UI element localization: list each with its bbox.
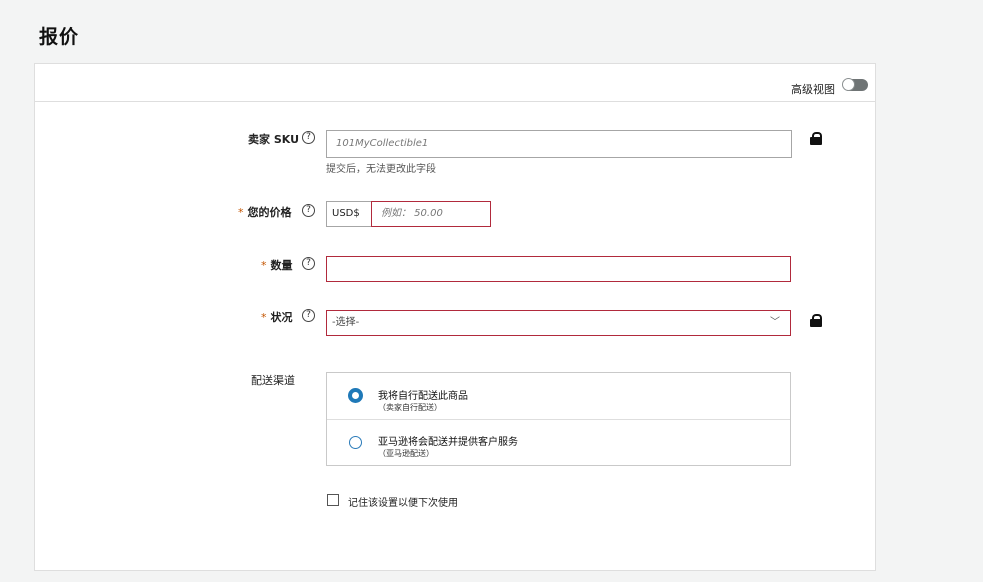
- price-placeholder: 例如： 50.00: [381, 208, 443, 219]
- panel-header: 高级视图: [35, 64, 875, 102]
- fulfillment-options: 我将自行配送此商品 （卖家自行配送） 亚马逊将会配送并提供客户服务 （亚马逊配送…: [326, 372, 791, 466]
- chevron-down-icon: ﹀: [770, 317, 780, 328]
- price-input[interactable]: 例如： 50.00: [371, 201, 491, 227]
- condition-required-mark: *: [261, 311, 267, 324]
- remember-checkbox[interactable]: [327, 494, 339, 506]
- quantity-help-icon[interactable]: ?: [302, 257, 315, 270]
- option-subtitle: （亚马逊配送）: [378, 449, 434, 458]
- remember-label: 记住该设置以便下次使用: [348, 498, 458, 509]
- sku-label: 卖家 SKU: [248, 131, 299, 147]
- condition-help-icon[interactable]: ?: [302, 309, 315, 322]
- fulfillment-option-merchant[interactable]: 我将自行配送此商品 （卖家自行配送）: [327, 373, 790, 420]
- option-title: 我将自行配送此商品: [378, 391, 468, 402]
- quantity-input[interactable]: [326, 256, 791, 282]
- advanced-view-toggle[interactable]: [842, 78, 868, 91]
- radio-unselected-icon[interactable]: [349, 436, 362, 449]
- price-label: * 您的价格: [238, 204, 292, 220]
- toggle-knob: [842, 78, 855, 91]
- quantity-label: * 数量: [261, 257, 293, 273]
- sku-helper-text: 提交后，无法更改此字段: [326, 164, 436, 175]
- condition-selected: -选择-: [332, 317, 360, 328]
- sku-value: 101MyCollectible1: [336, 138, 429, 149]
- advanced-view-label: 高级视图: [791, 83, 835, 96]
- price-label-text: 您的价格: [247, 206, 292, 219]
- currency-prefix: USD$: [326, 201, 372, 227]
- page-title: 报价: [39, 26, 80, 48]
- sku-lock-icon: [810, 132, 822, 145]
- price-required-mark: *: [238, 206, 244, 219]
- price-help-icon[interactable]: ?: [302, 204, 315, 217]
- fulfillment-option-amazon[interactable]: 亚马逊将会配送并提供客户服务 （亚马逊配送）: [327, 419, 790, 465]
- quantity-label-text: 数量: [270, 259, 293, 272]
- quantity-required-mark: *: [261, 259, 267, 272]
- condition-lock-icon: [810, 314, 822, 327]
- fulfillment-label: 配送渠道: [251, 374, 295, 387]
- condition-label: * 状况: [261, 309, 293, 325]
- sku-input[interactable]: 101MyCollectible1: [326, 130, 792, 158]
- sku-help-icon[interactable]: ?: [302, 131, 315, 144]
- radio-selected-icon[interactable]: [348, 388, 363, 403]
- option-title: 亚马逊将会配送并提供客户服务: [378, 437, 518, 448]
- sku-label-text: 卖家 SKU: [248, 133, 300, 146]
- option-subtitle: （卖家自行配送）: [378, 403, 442, 412]
- condition-select[interactable]: -选择- ﹀: [326, 310, 791, 336]
- condition-label-text: 状况: [270, 311, 293, 324]
- offer-panel: 高级视图 卖家 SKU ? 101MyCollectible1 提交后，无法更改…: [34, 63, 876, 571]
